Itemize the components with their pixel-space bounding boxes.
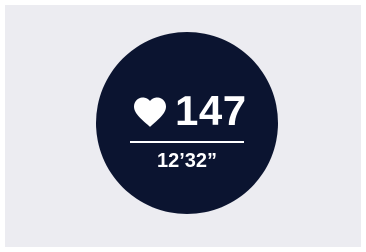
heart-rate-value: 147 [175, 87, 247, 134]
elapsed-time: 12’32” [156, 150, 218, 172]
watch-face: 147 12’32” [96, 32, 278, 214]
divider-line [130, 141, 244, 143]
watch-screen-background: 147 12’32” [5, 5, 361, 247]
heart-icon [132, 96, 168, 128]
